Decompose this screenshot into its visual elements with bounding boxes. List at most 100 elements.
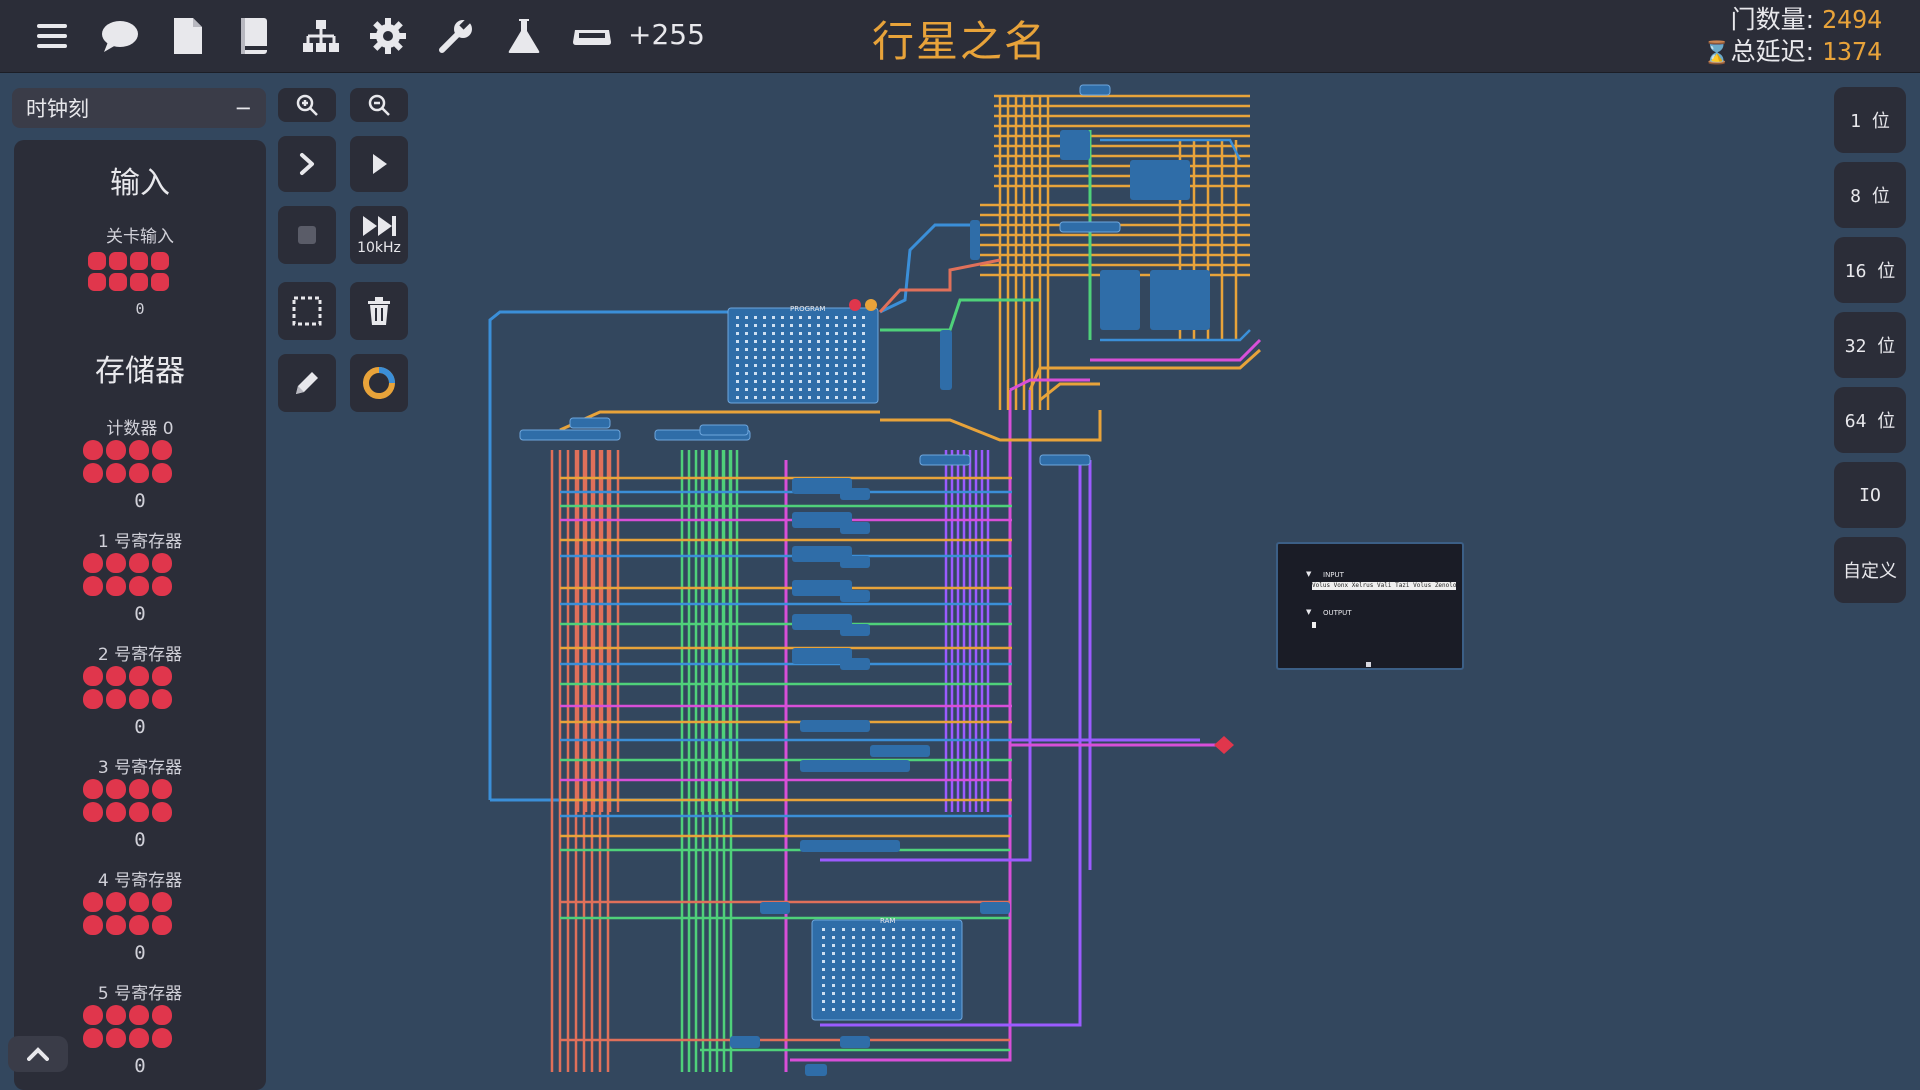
bit-width-button[interactable]: 64 位 xyxy=(1834,387,1906,453)
ram-cell xyxy=(822,992,825,995)
io-console-window[interactable]: ▼ INPUT Volus Vonx Xelrus Vali Tazi Volu… xyxy=(1276,542,1464,670)
collapse-toggle[interactable]: − xyxy=(234,96,252,120)
program-cell xyxy=(817,332,820,335)
gate-block[interactable] xyxy=(1130,160,1190,200)
gate-block[interactable] xyxy=(980,902,1010,914)
bit-width-button[interactable]: 1 位 xyxy=(1834,87,1906,153)
register-block[interactable] xyxy=(1059,221,1121,233)
step-button[interactable] xyxy=(278,136,336,192)
gate-block[interactable] xyxy=(1100,270,1140,330)
io-input-collapse-icon[interactable]: ▼ xyxy=(1306,570,1311,578)
program-cell xyxy=(853,348,856,351)
register-block[interactable] xyxy=(569,417,611,429)
gate-block[interactable] xyxy=(1150,270,1210,330)
gate-block[interactable] xyxy=(870,745,930,757)
ram-cell xyxy=(942,928,945,931)
zoom-in-button[interactable] xyxy=(278,88,336,122)
register-pins[interactable] xyxy=(83,666,172,709)
program-cell xyxy=(808,348,811,351)
register-pins[interactable] xyxy=(83,779,172,822)
gate-block[interactable] xyxy=(840,522,870,534)
gate-block[interactable] xyxy=(840,556,870,568)
register-block[interactable] xyxy=(919,454,971,466)
output-pin[interactable] xyxy=(1214,736,1234,754)
gate-block[interactable] xyxy=(940,330,952,390)
ram-cell xyxy=(922,984,925,987)
bit-width-button[interactable]: 8 位 xyxy=(1834,162,1906,228)
gate-block[interactable] xyxy=(840,590,870,602)
gate-block[interactable] xyxy=(730,1036,760,1048)
program-cell xyxy=(853,316,856,319)
gate-block[interactable] xyxy=(800,760,910,772)
gate-block[interactable] xyxy=(840,624,870,636)
zoom-out-button[interactable] xyxy=(350,88,408,122)
program-cell xyxy=(844,380,847,383)
register-pins[interactable] xyxy=(83,892,172,935)
clock-tick-dropdown[interactable]: 时钟刻 − xyxy=(12,88,266,128)
program-cell xyxy=(763,372,766,375)
program-cell xyxy=(862,396,865,399)
ram-cell xyxy=(902,1000,905,1003)
ram-cell xyxy=(852,976,855,979)
gate-block[interactable] xyxy=(840,1036,870,1048)
gate-block[interactable] xyxy=(805,1064,827,1076)
panel-collapse-button[interactable] xyxy=(8,1036,68,1072)
program-load-pin[interactable] xyxy=(865,299,877,311)
program-cell xyxy=(736,356,739,359)
program-cell xyxy=(808,324,811,327)
gate-block[interactable] xyxy=(840,488,870,500)
fast-forward-button[interactable]: 10kHz xyxy=(350,206,408,264)
ram-cell xyxy=(922,968,925,971)
ram-cell xyxy=(832,928,835,931)
program-cell xyxy=(763,340,766,343)
ram-cell xyxy=(842,976,845,979)
bit-width-button[interactable]: 自定义 xyxy=(1834,537,1906,603)
gate-block[interactable] xyxy=(800,840,900,852)
bit-width-button[interactable]: IO xyxy=(1834,462,1906,528)
program-cell xyxy=(853,372,856,375)
ram-cell xyxy=(842,984,845,987)
register-value: 0 xyxy=(134,829,146,851)
io-window-handle[interactable] xyxy=(1366,662,1371,667)
register-pins[interactable] xyxy=(83,1005,172,1048)
io-output-collapse-icon[interactable]: ▼ xyxy=(1306,608,1311,616)
ram-cell xyxy=(862,1008,865,1011)
draw-button[interactable] xyxy=(278,354,336,412)
select-button[interactable] xyxy=(278,282,336,340)
register-pins[interactable] xyxy=(83,440,172,483)
ram-cell xyxy=(922,944,925,947)
bit-width-button[interactable]: 16 位 xyxy=(1834,237,1906,303)
ram-cell xyxy=(892,1008,895,1011)
register-pins[interactable] xyxy=(83,553,172,596)
ram-cell xyxy=(902,952,905,955)
stop-button[interactable] xyxy=(278,206,336,264)
gate-block[interactable] xyxy=(970,220,980,260)
register-block[interactable] xyxy=(1079,84,1111,96)
ram-cell xyxy=(822,968,825,971)
play-button[interactable] xyxy=(350,136,408,192)
program-cell xyxy=(862,348,865,351)
ram-cell xyxy=(872,944,875,947)
gate-block[interactable] xyxy=(1060,130,1090,160)
delete-button[interactable] xyxy=(350,282,408,340)
program-cell xyxy=(853,332,856,335)
color-wheel-button[interactable] xyxy=(350,354,408,412)
gate-block[interactable] xyxy=(800,720,870,732)
ram-cell xyxy=(942,952,945,955)
register-block[interactable] xyxy=(699,424,749,436)
bit-width-button[interactable]: 32 位 xyxy=(1834,312,1906,378)
register-block[interactable] xyxy=(519,429,621,441)
gate-block[interactable] xyxy=(840,658,870,670)
gate-block[interactable] xyxy=(760,902,790,914)
level-input-pins[interactable] xyxy=(88,252,169,291)
program-cell xyxy=(763,364,766,367)
program-cell xyxy=(754,324,757,327)
register-block[interactable] xyxy=(1039,454,1091,466)
program-reset-pin[interactable] xyxy=(849,299,861,311)
program-cell xyxy=(754,388,757,391)
program-cell xyxy=(817,348,820,351)
program-cell xyxy=(754,340,757,343)
program-cell xyxy=(835,364,838,367)
ram-cell xyxy=(902,928,905,931)
ram-cell xyxy=(832,992,835,995)
